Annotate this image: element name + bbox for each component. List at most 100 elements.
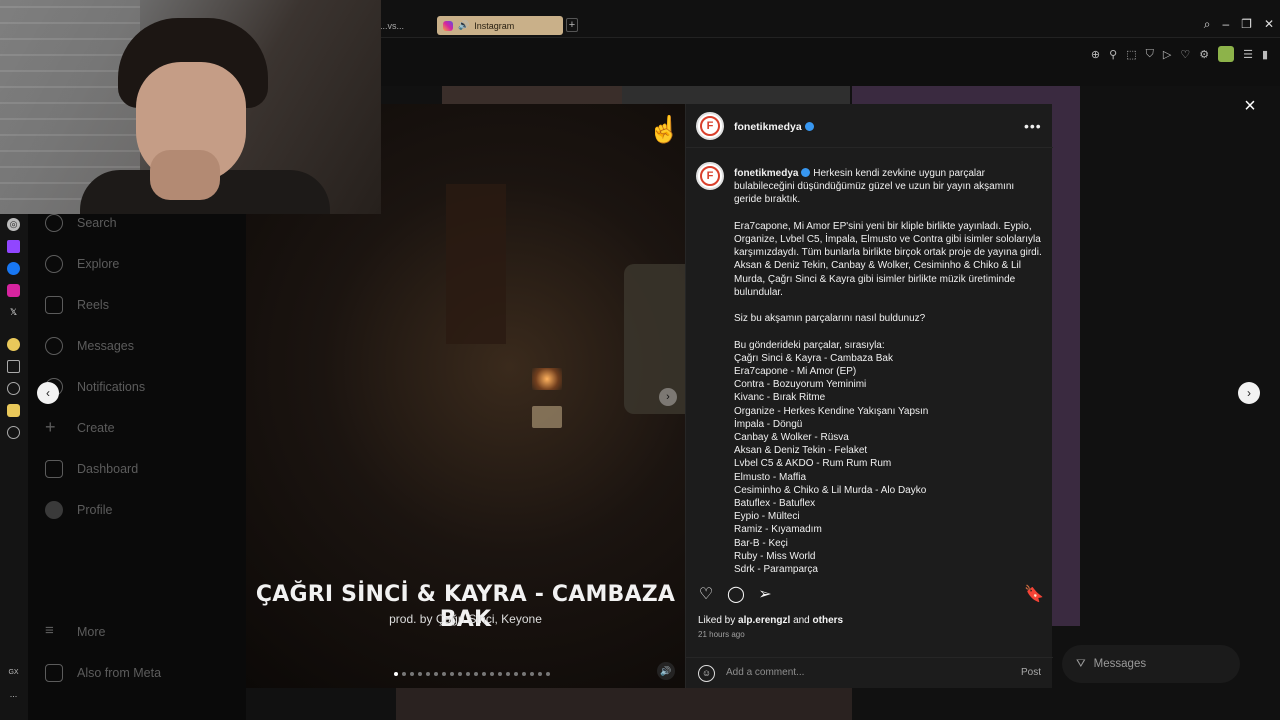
media-next-button[interactable]: › [659,388,677,406]
track-item: Çağrı Sinci & Kayra - Cambaza Bak [734,352,893,364]
post-header: F fonetikmedya ••• [686,104,1053,148]
shield-icon[interactable]: ⛉ [1146,48,1154,61]
heart-icon[interactable]: ♡ [1180,48,1190,61]
wallet-icon[interactable] [7,360,20,373]
avatar-icon [45,501,63,519]
nav-search[interactable]: Search [45,214,117,232]
close-modal-icon[interactable]: × [1240,96,1260,116]
new-tab-button[interactable]: + [566,18,578,32]
share-icon[interactable]: ➢ [756,586,774,604]
post-actions: ♡ ◯ ➢ 🔖 [686,582,1053,608]
caption-author-avatar[interactable]: F [696,162,724,190]
opera-sidebar: ◎ 𝕏 GX ... [0,214,28,720]
nav-also-from-meta[interactable]: Also from Meta [45,664,161,682]
extensions-icon[interactable] [7,404,20,417]
more-options-icon[interactable]: ••• [1024,118,1042,134]
comment-icon[interactable]: ◯ [727,586,745,604]
carousel-dot [442,672,446,676]
nav-label: Dashboard [77,462,139,476]
nav-dashboard[interactable]: Dashboard [45,460,138,478]
previous-post-button[interactable]: ‹ [37,382,59,404]
post-time[interactable]: 21 hours ago [698,630,745,639]
carousel-dot [490,672,494,676]
media-scene [532,368,562,390]
author-avatar[interactable]: F [696,112,724,140]
nav-label: Also from Meta [77,666,162,680]
carousel-dot [514,672,518,676]
browser-tab-previous[interactable]: ...vs... [380,17,430,35]
nav-reels[interactable]: Reels [45,296,109,314]
minimize-icon[interactable]: – [1222,17,1229,32]
speaker-icon[interactable]: 🔊 [458,20,469,31]
sidebar-toggle-icon[interactable]: ▮ [1262,48,1268,61]
nav-more[interactable]: ≡ More [45,623,105,641]
liked-by-user[interactable]: alp.erengzl [738,615,790,626]
grid-tile[interactable] [396,688,852,720]
track-item: Batuflex - Batuflex [734,498,816,510]
nav-label: Create [77,421,115,435]
carousel-dots [394,672,550,676]
tracklist-header: Bu gönderideki parçalar, sırasıyla: [734,339,885,351]
search-icon [45,214,63,232]
messenger-icon[interactable] [7,262,20,275]
carousel-dot [546,672,550,676]
close-window-icon[interactable]: ✕ [1264,17,1274,32]
nav-label: Explore [77,257,120,271]
grid-tile[interactable] [442,86,622,104]
compass-icon [45,255,63,273]
track-item: Aksan & Deniz Tekin - Felaket [734,445,868,457]
plus-icon: + [45,417,56,437]
carousel-dot [434,672,438,676]
history-icon[interactable] [7,382,20,395]
media-scene [624,264,685,414]
instagram-icon[interactable] [7,284,20,297]
play-icon[interactable]: ▷ [1163,48,1171,61]
bookmark-icon[interactable]: 🔖 [1024,586,1044,604]
pin-icon[interactable]: ⚲ [1109,48,1117,61]
comment-composer: ☺ Add a comment... Post [686,657,1053,688]
sidebar-more-icon[interactable]: ... [7,688,20,701]
instagram-favicon-icon [443,20,453,31]
settings-icon[interactable] [7,426,20,439]
author-username[interactable]: fonetikmedya [734,121,814,133]
extension-accent-icon[interactable] [1218,46,1235,62]
audio-toggle-button[interactable]: 🔊 [657,662,675,680]
zoom-icon[interactable]: ⊕ [1091,48,1100,61]
emoji-icon[interactable]: ☺ [698,665,715,682]
nav-label: Search [77,216,117,230]
grid-tile[interactable] [622,86,850,104]
twitch-icon[interactable] [7,240,20,253]
toolbar-icons: ⊕ ⚲ ⬚ ⛉ ▷ ♡ ⚙ ☰ ▮ [1091,46,1268,62]
search-tabs-icon[interactable]: ⌕ [1204,17,1211,32]
track-item: Ramiz - Kıyamadım [734,524,822,536]
caption-question: Siz bu akşamın parçalarını nasıl buldunu… [734,313,926,325]
window-controls: ⌕ – ❐ ✕ [1204,17,1274,32]
browser-tab-instagram[interactable]: 🔊 Instagram [437,16,563,35]
liked-and: and [793,615,810,626]
comment-input[interactable]: Add a comment... [726,667,804,678]
liked-by-prefix: Liked by [698,615,736,626]
like-heart-icon[interactable]: ♡ [697,586,715,604]
gx-label[interactable]: GX [7,666,20,679]
nav-profile[interactable]: Profile [45,501,112,519]
nav-notifications[interactable]: Notifications [45,378,145,396]
nav-explore[interactable]: Explore [45,255,119,273]
chatgpt-icon[interactable]: ◎ [7,218,20,231]
nav-messages[interactable]: Messages [45,337,134,355]
snapshot-icon[interactable]: ⬚ [1126,48,1136,61]
author-avatar-letter: F [700,166,720,186]
carousel-dot [522,672,526,676]
restore-icon[interactable]: ❐ [1241,17,1252,32]
next-post-button[interactable]: › [1238,382,1260,404]
nav-create[interactable]: + Create [45,417,115,437]
caption-username[interactable]: fonetikmedya [734,168,798,179]
easy-setup-icon[interactable]: ☰ [1243,48,1253,61]
spotify-icon[interactable] [7,338,20,351]
caption-paragraph: Era7capone, Mi Amor EP'sini yeni bir kli… [734,220,1042,298]
messages-pill[interactable]: ⛛ Messages [1062,645,1240,683]
track-item: Kivanc - Bırak Ritme [734,392,826,404]
extensions-icon[interactable]: ⚙ [1199,48,1209,61]
liked-others[interactable]: others [813,615,844,626]
x-icon[interactable]: 𝕏 [7,306,20,319]
post-comment-button[interactable]: Post [1021,667,1041,678]
